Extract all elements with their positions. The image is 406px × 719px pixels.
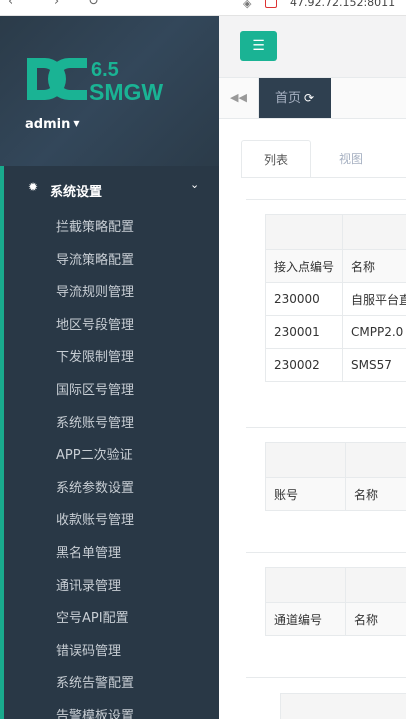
panel-channels: 通道编号 名称 [246, 552, 406, 676]
menu-section-toggle[interactable]: ✹ 系统设置 ⌄ [4, 176, 219, 202]
double-chevron-left-icon: ◀◀ [230, 91, 247, 104]
column-header: 账号 [265, 477, 346, 511]
sidebar: 6.5 SMGW admin ▼ ✹ 系统设置 ⌄ 拦截策略配置 导流策略配置 导… [0, 16, 219, 719]
account-table: 账号 名称 [265, 442, 406, 511]
chevron-down-icon: ⌄ [190, 178, 200, 191]
column-header: 接入点编号 [264, 249, 344, 283]
table-cell: 自服平台直连 [342, 282, 406, 316]
menu-item[interactable]: 拦截策略配置 [56, 218, 134, 251]
table-cell: SMS57 [342, 348, 406, 382]
tab-divider [241, 177, 406, 178]
menu-section-label: 系统设置 [50, 185, 103, 200]
reload-icon[interactable]: ↻ [88, 0, 99, 9]
menu-item[interactable]: 系统账号管理 [56, 414, 134, 447]
page-info-icon[interactable] [265, 0, 277, 8]
user-name: admin [25, 117, 71, 132]
table-cell: 230001 [264, 315, 344, 349]
hamburger-icon: ☰ [252, 38, 265, 54]
user-menu[interactable]: admin ▼ [25, 117, 80, 132]
menu-item[interactable]: 空号API配置 [56, 609, 134, 642]
caret-down-icon: ▼ [73, 119, 80, 128]
menu-item[interactable]: 下发限制管理 [56, 348, 134, 381]
column-header: 名称 [345, 477, 406, 511]
menu-item[interactable]: 黑名单管理 [56, 544, 134, 577]
menu-item[interactable]: 地区号段管理 [56, 316, 134, 349]
menu-toggle-button[interactable]: ☰ [240, 31, 277, 61]
forward-icon[interactable]: › [54, 0, 59, 9]
table-cell: CMPP2.0 [342, 315, 406, 349]
menu-item[interactable]: 系统参数设置 [56, 479, 134, 512]
gear-icon: ✹ [28, 180, 39, 194]
browser-toolbar: ‹ › ↻ ◈ 47.92.72.152:8011 [0, 0, 406, 16]
column-header: 通道编号 [265, 602, 346, 636]
menu-item[interactable]: 告警模板设置 [56, 707, 134, 719]
table-caption-row [280, 693, 406, 719]
top-navbar: ☰ [219, 16, 406, 78]
brand-logo: 6.5 SMGW [27, 58, 163, 104]
brand-version: 6.5 [91, 59, 119, 81]
menu-item[interactable]: 导流策略配置 [56, 251, 134, 284]
address-bar[interactable]: 47.92.72.152:8011 [290, 0, 395, 9]
column-header: 名称 [345, 602, 406, 636]
tab-view[interactable]: 视图 [311, 140, 391, 178]
panel-more [246, 677, 406, 719]
refresh-icon[interactable]: ⟳ [304, 91, 314, 105]
view-tabs: 列表 视图 [241, 140, 406, 178]
table-cell: 230000 [264, 282, 344, 316]
menu-item[interactable]: APP二次验证 [56, 446, 134, 479]
menu-item[interactable]: 通讯录管理 [56, 577, 134, 610]
menu-item[interactable]: 错误码管理 [56, 642, 134, 675]
menu-item[interactable]: 导流规则管理 [56, 283, 134, 316]
sidebar-header: 6.5 SMGW admin ▼ [0, 16, 219, 166]
menu-item[interactable]: 收款账号管理 [56, 511, 134, 544]
menu-section-system-settings: ✹ 系统设置 ⌄ 拦截策略配置 导流策略配置 导流规则管理 地区号段管理 下发限… [0, 166, 219, 719]
main-content: 列表 视图 接入点编号 名称 230000 自服平台直连 230001 CMPP… [219, 119, 406, 719]
panel-accounts: 账号 名称 [246, 427, 406, 551]
tab-home[interactable]: 首页 ⟳ [259, 78, 331, 118]
table-row[interactable]: 230000 自服平台直连 [264, 282, 406, 316]
security-shield-icon[interactable]: ◈ [243, 0, 251, 10]
channel-table: 通道编号 名称 [265, 567, 406, 636]
submenu-list: 拦截策略配置 导流策略配置 导流规则管理 地区号段管理 下发限制管理 国际区号管… [56, 218, 134, 719]
menu-item[interactable]: 国际区号管理 [56, 381, 134, 414]
menu-item[interactable]: 系统告警配置 [56, 674, 134, 707]
brand-product: SMGW [89, 79, 163, 104]
back-icon[interactable]: ‹ [8, 0, 13, 9]
tab-scroll-left-button[interactable]: ◀◀ [219, 78, 259, 118]
table-cell: 230002 [264, 348, 344, 382]
tab-list[interactable]: 列表 [241, 140, 311, 178]
table-row[interactable]: 230001 CMPP2.0 [264, 315, 406, 349]
access-point-table: 接入点编号 名称 230000 自服平台直连 230001 CMPP2.0 23… [264, 214, 406, 382]
tab-home-label: 首页 [275, 91, 302, 106]
table-row[interactable]: 230002 SMS57 [264, 348, 406, 382]
page-tab-bar: ◀◀ 首页 ⟳ [219, 78, 406, 119]
panel-access-points: 接入点编号 名称 230000 自服平台直连 230001 CMPP2.0 23… [246, 199, 406, 429]
column-header: 名称 [342, 249, 406, 283]
